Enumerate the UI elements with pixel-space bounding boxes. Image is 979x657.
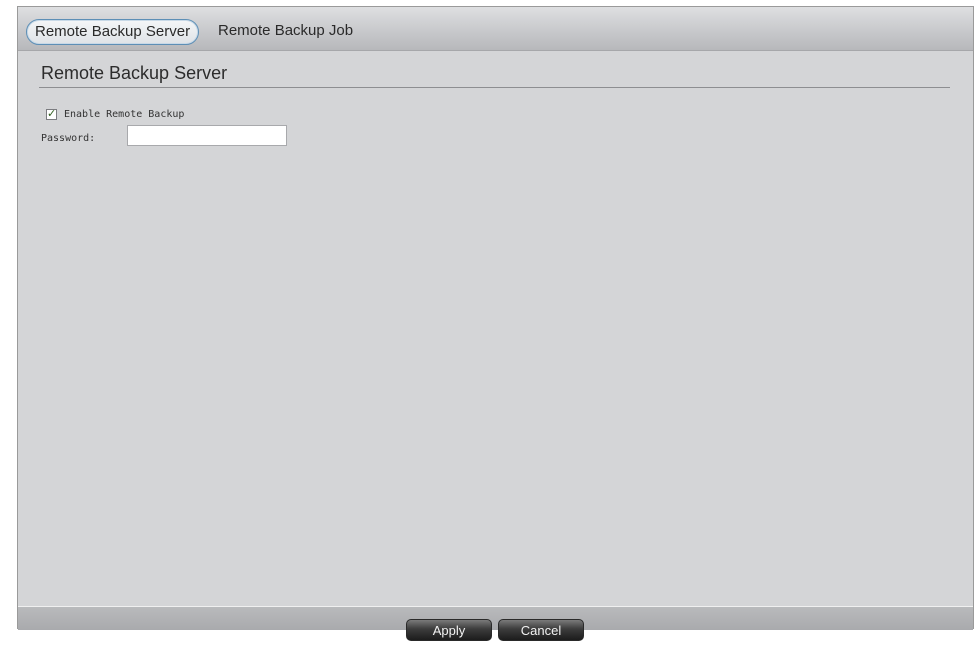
tab-remote-backup-server[interactable]: Remote Backup Server [26, 19, 200, 45]
section-title: Remote Backup Server [41, 63, 228, 83]
enable-remote-backup-checkbox[interactable]: ✓ [46, 106, 57, 120]
remote-backup-window: Remote Backup Server Remote Backup Job R… [17, 6, 974, 641]
tab-bar: Remote Backup Server Remote Backup Job [18, 7, 973, 51]
footer-bar: Apply Cancel [18, 606, 973, 641]
enable-remote-backup-label: Enable Remote Backup [64, 108, 185, 120]
tab-remote-backup-job[interactable]: Remote Backup Job [218, 19, 353, 43]
checkmark-icon: ✓ [47, 106, 57, 120]
password-label: Password: [41, 133, 96, 144]
apply-button[interactable]: Apply [406, 619, 492, 641]
section-divider [39, 87, 950, 88]
password-input[interactable] [127, 125, 287, 146]
cancel-button[interactable]: Cancel [498, 619, 584, 641]
enable-remote-backup-row: ✓ Enable Remote Backup [46, 106, 184, 122]
settings-panel: Remote Backup Server ✓ Enable Remote Bac… [18, 51, 973, 606]
